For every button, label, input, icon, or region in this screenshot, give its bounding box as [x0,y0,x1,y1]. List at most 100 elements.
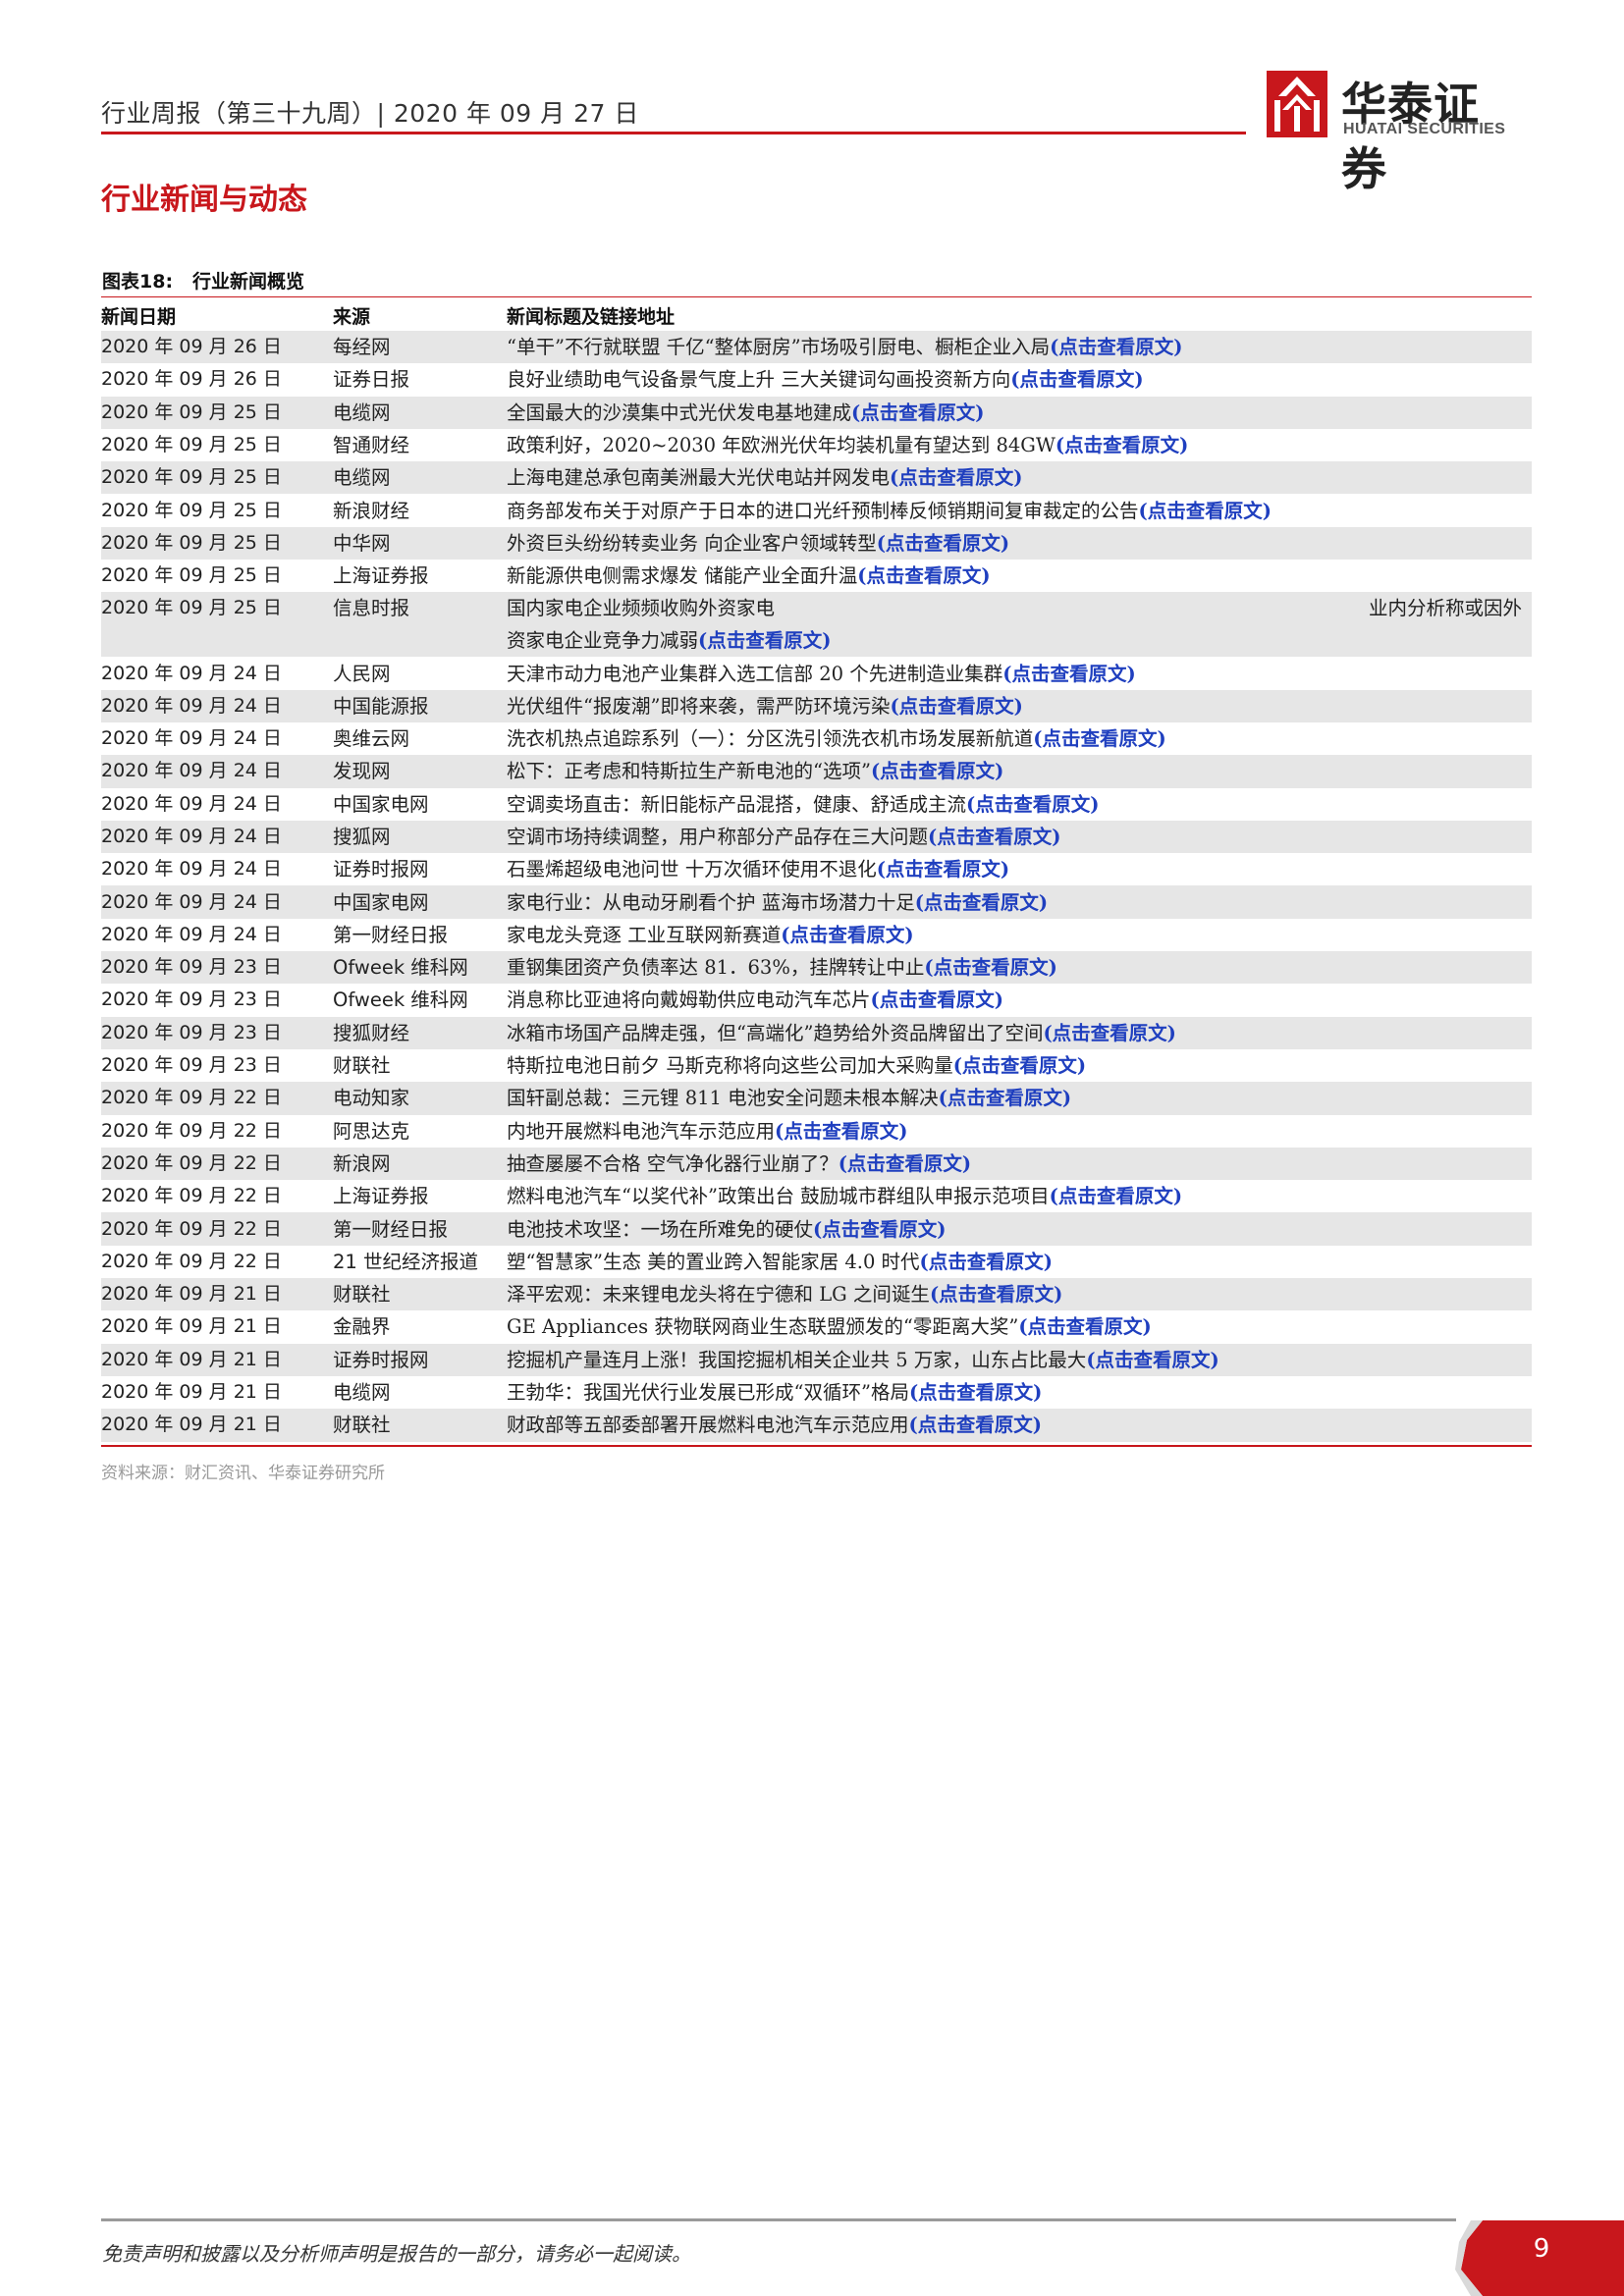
column-header-date: 新闻日期 [101,305,177,328]
view-original-link[interactable]: (点击查看原文) [1056,434,1188,456]
news-title: 特斯拉电池日前夕 马斯克称将向这些公司加大采购量 [507,1054,953,1078]
table-row: 2020 年 09 月 24 日 中国家电网 空调卖场直击：新旧能标产品混搭，健康、… [101,788,1532,821]
view-original-link[interactable]: (点击查看原文) [1018,1315,1151,1338]
view-original-link[interactable]: (点击查看原文) [877,532,1009,555]
news-source: 21 世纪经济报道 [333,1250,479,1273]
view-original-link[interactable]: (点击查看原文) [930,1283,1062,1306]
table-row: 2020 年 09 月 23 日 Ofweek 维科网 重钢集团资产负债率达 81．… [101,951,1532,985]
news-title-cell: 空调卖场直击：新旧能标产品混搭，健康、舒适成主流(点击查看原文) [507,788,1532,821]
news-title: 商务部发布关于对原产于日本的进口光纤预制棒反倾销期间复审裁定的公告 [507,499,1139,522]
news-source: 电缆网 [333,1381,391,1405]
table-row: 2020 年 09 月 21 日证券时报网 挖掘机产量连月上涨！我国挖掘机相关企业… [101,1343,1532,1376]
news-title-right-fragment: 业内分析称或因外 [1368,597,1522,620]
view-original-link[interactable]: (点击查看原文) [953,1054,1086,1077]
view-original-link[interactable]: (点击查看原文) [1002,663,1135,685]
view-original-link[interactable]: (点击查看原文) [909,1381,1042,1404]
view-original-link[interactable]: (点击查看原文) [1050,1185,1182,1207]
news-title-cell: 重钢集团资产负债率达 81．63%，挂牌转让中止(点击查看原文) [507,951,1532,985]
news-title: 新能源供电侧需求爆发 储能产业全面升温 [507,564,858,588]
view-original-link[interactable]: (点击查看原文) [857,564,990,587]
news-source: 中国家电网 [333,792,429,816]
news-title-cell: GE Appliances 获物联网商业生态联盟颁发的“零距离大奖”(点击查看原… [507,1310,1532,1343]
news-title: 政策利好，2020~2030 年欧洲光伏年均装机量有望达到 84GW [507,434,1056,457]
news-source: 发现网 [333,755,507,788]
news-title: 抽查屡屡不合格 空气净化器行业崩了？ [507,1151,839,1175]
news-title: 光伏组件“报废潮”即将来袭，需严防环境污染 [507,694,891,718]
news-title: 洗衣机热点追踪系列（一）：分区洗引领洗衣机市场发展新航道 [507,727,1034,751]
view-original-link[interactable]: (点击查看原文) [1010,368,1143,391]
news-title: 塑“智慧家”生态 美的置业跨入智能家居 4.0 时代 [507,1250,920,1273]
view-original-link[interactable]: (点击查看原文) [1086,1349,1218,1371]
table-row: 2020 年 09 月 21 日 金融界 GE Appliances 获物联网商业生… [101,1310,1532,1343]
view-original-link[interactable]: (点击查看原文) [871,988,1003,1011]
news-source: 电动知家 [333,1082,507,1115]
table-top-divider [101,296,1532,297]
news-title-continuation: 资家电企业竞争力减弱 [507,629,699,653]
news-title-cell: 空调市场持续调整，用户称部分产品存在三大问题(点击查看原文) [507,820,1532,854]
news-title: “单干”不行就联盟 千亿“整体厨房”市场吸引厨电、橱柜企业入局 [507,336,1051,359]
table-row: 2020 年 09 月 25 日中华网 外资巨头纷纷转卖业务 向企业客户领域转型(… [101,526,1532,561]
news-date: 2020 年 09 月 21 日 [101,1315,282,1338]
news-title: 冰箱市场国产品牌走强，但“高端化”趋势给外资品牌留出了空间 [507,1021,1044,1044]
news-date: 2020 年 09 月 24 日 [101,755,333,788]
table-row: 2020 年 09 月 22 日 阿思达克 内地开展燃料电池汽车示范应用(点击查看原… [101,1115,1532,1148]
table-row: 2020 年 09 月 25 日 新浪财经 商务部发布关于对原产于日本的进口光纤预制… [101,494,1532,526]
view-original-link[interactable]: (点击查看原文) [813,1218,946,1241]
view-original-link[interactable]: (点击查看原文) [1139,500,1272,522]
view-original-link[interactable]: (点击查看原文) [928,826,1060,848]
news-title: GE Appliances 获物联网商业生态联盟颁发的“零距离大奖” [507,1315,1019,1339]
news-title-cell: 冰箱市场国产品牌走强，但“高端化”趋势给外资品牌留出了空间(点击查看原文) [507,1016,1532,1049]
figure-caption: 图表18: 行业新闻概览 [102,267,304,294]
table-row: 2020 年 09 月 25 日 智通财经 政策利好，2020~2030 年欧洲光伏… [101,429,1532,461]
news-date: 2020 年 09 月 25 日 [101,396,333,429]
view-original-link[interactable]: (点击查看原文) [939,1087,1071,1109]
news-title-cell: 业内分析称或因外 国内家电企业频频收购外资家电 资家电企业竞争力减弱(点击查看原文) [507,592,1532,658]
news-source: 第一财经日报 [333,923,449,946]
table-row: 2020 年 09 月 24 日 证券时报网 石墨烯超级电池问世 十万次循环使用不退… [101,853,1532,885]
news-date: 2020 年 09 月 23 日 [101,1054,282,1077]
news-date: 2020 年 09 月 22 日 [101,1212,333,1246]
news-title-cell: 抽查屡屡不合格 空气净化器行业崩了？(点击查看原文) [507,1147,1532,1181]
news-source: 财联社 [333,1054,391,1078]
news-title-cell: 国轩副总裁：三元锂 811 电池安全问题未根本解决(点击查看原文) [507,1082,1532,1115]
news-title: 家电行业：从电动牙刷看个护 蓝海市场潜力十足 [507,890,915,914]
view-original-link[interactable]: (点击查看原文) [851,401,984,424]
view-original-link[interactable]: (点击查看原文) [781,924,913,946]
news-date: 2020 年 09 月 25 日 [101,499,282,521]
news-title-cell: 泽平宏观：未来锂电龙头将在宁德和 LG 之间诞生(点击查看原文) [507,1278,1532,1311]
view-original-link[interactable]: (点击查看原文) [1050,336,1182,358]
view-original-link[interactable]: (点击查看原文) [839,1152,971,1175]
news-date: 2020 年 09 月 22 日 [101,1119,282,1142]
news-title-cell: 内地开展燃料电池汽车示范应用(点击查看原文) [507,1115,1532,1148]
view-original-link[interactable]: (点击查看原文) [909,1414,1042,1436]
news-source: 搜狐网 [333,820,507,854]
view-original-link[interactable]: (点击查看原文) [775,1120,907,1143]
news-title: 天津市动力电池产业集群入选工信部 20 个先进制造业集群 [507,662,1003,685]
column-header-source: 来源 [333,305,371,328]
news-source: 信息时报 [333,592,507,658]
news-source: 电缆网 [333,461,507,495]
view-original-link[interactable]: (点击查看原文) [1043,1022,1175,1044]
news-source: 人民网 [333,662,391,685]
table-row: 2020 年 09 月 25 日电缆网 全国最大的沙漠集中式光伏发电基地建成(点击… [101,396,1532,429]
view-original-link[interactable]: (点击查看原文) [877,858,1009,881]
news-source: 证券时报网 [333,858,429,881]
news-date: 2020 年 09 月 24 日 [101,727,282,750]
table-row: 2020 年 09 月 22 日电动知家 国轩副总裁：三元锂 811 电池安全问题… [101,1082,1532,1115]
view-original-link[interactable]: (点击查看原文) [890,466,1022,489]
view-original-link[interactable]: (点击查看原文) [698,629,831,652]
view-original-link[interactable]: (点击查看原文) [1033,727,1165,750]
view-original-link[interactable]: (点击查看原文) [915,891,1048,914]
news-source: 奥维云网 [333,727,410,751]
news-source: 财联社 [333,1409,507,1442]
news-date: 2020 年 09 月 24 日 [101,923,282,945]
view-original-link[interactable]: (点击查看原文) [890,695,1022,718]
news-title: 王勃华：我国光伏行业发展已形成“双循环”格局 [507,1381,909,1405]
view-original-link[interactable]: (点击查看原文) [966,793,1099,816]
view-original-link[interactable]: (点击查看原文) [920,1251,1053,1273]
view-original-link[interactable]: (点击查看原文) [924,956,1056,979]
table-row: 2020 年 09 月 25 日 上海证券报 新能源供电侧需求爆发 储能产业全面升温… [101,560,1532,592]
table-row: 2020 年 09 月 22 日第一财经日报 电池技术攻坚：一场在所难免的硬仗(点… [101,1212,1532,1246]
news-source: 智通财经 [333,434,410,457]
view-original-link[interactable]: (点击查看原文) [871,760,1003,782]
